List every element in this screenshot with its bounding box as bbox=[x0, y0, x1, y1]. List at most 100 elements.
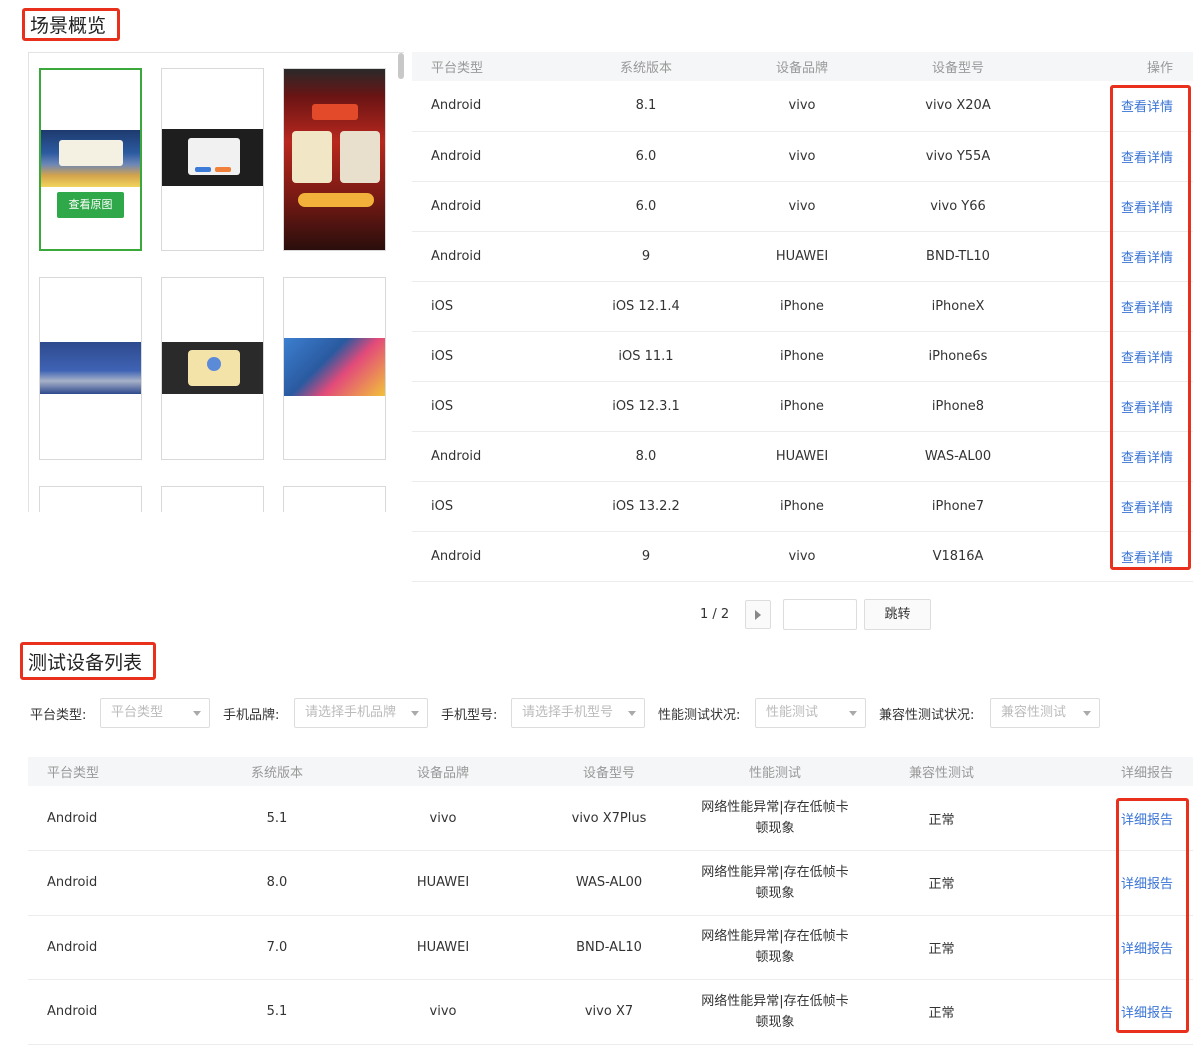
os-version-cell: 9 bbox=[568, 531, 724, 582]
model-select[interactable]: 请选择手机型号 bbox=[511, 698, 645, 728]
os-version-cell: iOS 12.1.4 bbox=[568, 281, 724, 332]
table-row: Android 5.1 vivo vivo X7 网络性能异常|存在低帧卡 顿现象 正常 详细… bbox=[28, 979, 1193, 1045]
detailed-report-link[interactable]: 详细报告 bbox=[1025, 850, 1193, 916]
view-details-link[interactable]: 查看详情 bbox=[1036, 531, 1193, 582]
os-version-cell: 8.0 bbox=[194, 850, 360, 916]
os-version-cell: 7.0 bbox=[194, 915, 360, 980]
select-placeholder: 兼容性测试 bbox=[1001, 705, 1067, 720]
chevron-down-icon bbox=[849, 711, 857, 716]
brand-cell: iPhone bbox=[724, 331, 880, 382]
performance-cell: 网络性能异常|存在低帧卡 顿现象 bbox=[692, 915, 858, 980]
page-jump-input[interactable] bbox=[783, 599, 857, 630]
detailed-report-link[interactable]: 详细报告 bbox=[1025, 786, 1193, 851]
os-version-cell: 9 bbox=[568, 231, 724, 282]
table-row: Android 6.0 vivo vivo Y55A 查看详情 bbox=[412, 131, 1193, 182]
col-header-platform: 平台类型 bbox=[28, 757, 194, 786]
platform-select[interactable]: 平台类型 bbox=[100, 698, 210, 728]
os-version-cell: 8.0 bbox=[568, 431, 724, 482]
view-details-link[interactable]: 查看详情 bbox=[1036, 331, 1193, 382]
jump-button[interactable]: 跳转 bbox=[864, 599, 931, 630]
table-row: iOS iOS 13.2.2 iPhone iPhone7 查看详情 bbox=[412, 481, 1193, 532]
gallery-scrollbar[interactable] bbox=[398, 53, 404, 79]
performance-line: 顿现象 bbox=[755, 821, 795, 836]
view-original-button[interactable]: 查看原图 bbox=[57, 192, 124, 218]
model-cell: vivo X20A bbox=[880, 81, 1036, 132]
filter-label-brand: 手机品牌: bbox=[223, 708, 280, 723]
performance-line: 网络性能异常|存在低帧卡 bbox=[701, 993, 849, 1009]
performance-line: 网络性能异常|存在低帧卡 bbox=[701, 800, 849, 815]
brand-cell: HUAWEI bbox=[724, 231, 880, 282]
screenshot-thumb[interactable] bbox=[283, 486, 386, 512]
model-cell: vivo Y66 bbox=[880, 181, 1036, 232]
detailed-report-link[interactable]: 详细报告 bbox=[1025, 915, 1193, 980]
performance-line: 顿现象 bbox=[755, 1014, 795, 1030]
screenshot-thumb[interactable] bbox=[39, 277, 142, 460]
view-details-link[interactable]: 查看详情 bbox=[1036, 181, 1193, 232]
brand-cell: HUAWEI bbox=[360, 850, 526, 916]
screenshot-thumb[interactable] bbox=[283, 68, 386, 251]
table-row: iOS iOS 12.1.4 iPhone iPhoneX 查看详情 bbox=[412, 281, 1193, 332]
screenshot-thumb[interactable]: 查看原图 bbox=[39, 68, 142, 251]
chevron-down-icon bbox=[1083, 711, 1091, 716]
performance-line: 顿现象 bbox=[755, 885, 795, 901]
select-placeholder: 平台类型 bbox=[111, 705, 164, 720]
platform-cell: iOS bbox=[412, 331, 568, 382]
game-screenshot bbox=[162, 129, 263, 186]
platform-cell: Android bbox=[28, 979, 194, 1045]
platform-cell: Android bbox=[412, 81, 568, 132]
view-details-link[interactable]: 查看详情 bbox=[1036, 131, 1193, 182]
next-page-button[interactable] bbox=[745, 600, 771, 629]
model-cell: V1816A bbox=[880, 531, 1036, 582]
select-placeholder: 请选择手机品牌 bbox=[305, 705, 397, 720]
view-details-link[interactable]: 查看详情 bbox=[1036, 431, 1193, 482]
game-screenshot bbox=[284, 69, 385, 250]
col-header-model: 设备型号 bbox=[880, 52, 1036, 81]
compatibility-cell: 正常 bbox=[858, 979, 1025, 1045]
os-version-cell: iOS 11.1 bbox=[568, 331, 724, 382]
model-cell: BND-AL10 bbox=[526, 915, 692, 980]
caret-right-icon bbox=[755, 610, 761, 620]
performance-cell: 网络性能异常|存在低帧卡 顿现象 bbox=[692, 786, 858, 851]
os-version-cell: 6.0 bbox=[568, 181, 724, 232]
platform-cell: Android bbox=[412, 181, 568, 232]
select-placeholder: 请选择手机型号 bbox=[522, 705, 614, 720]
detailed-report-link[interactable]: 详细报告 bbox=[1025, 979, 1193, 1045]
screenshot-thumb[interactable] bbox=[283, 277, 386, 460]
scene-overview-title: 场景概览 bbox=[22, 8, 120, 41]
screenshot-gallery[interactable]: 查看原图 bbox=[28, 52, 404, 512]
test-device-table: 平台类型 系统版本 设备品牌 设备型号 性能测试 兼容性测试 详细报告 Andr… bbox=[28, 757, 1193, 1045]
screenshot-thumb[interactable] bbox=[161, 68, 264, 251]
brand-cell: HUAWEI bbox=[724, 431, 880, 482]
table-row: Android 7.0 HUAWEI BND-AL10 网络性能异常|存在低帧卡 顿现象正… bbox=[28, 915, 1193, 980]
compatibility-select[interactable]: 兼容性测试 bbox=[990, 698, 1100, 728]
screenshot-thumb[interactable] bbox=[161, 486, 264, 512]
view-details-link[interactable]: 查看详情 bbox=[1036, 231, 1193, 282]
brand-cell: iPhone bbox=[724, 381, 880, 432]
filter-label-performance: 性能测试状况: bbox=[658, 708, 741, 723]
os-version-cell: 8.1 bbox=[568, 81, 724, 132]
os-version-cell: iOS 12.3.1 bbox=[568, 381, 724, 432]
view-details-link[interactable]: 查看详情 bbox=[1036, 281, 1193, 332]
model-cell: WAS-AL00 bbox=[880, 431, 1036, 482]
screenshot-thumb[interactable] bbox=[161, 277, 264, 460]
screenshot-thumb[interactable] bbox=[39, 486, 142, 512]
select-placeholder: 性能测试 bbox=[766, 705, 819, 720]
platform-cell: Android bbox=[412, 531, 568, 582]
table-row: Android 6.0 vivo vivo Y66 查看详情 bbox=[412, 181, 1193, 232]
platform-cell: Android bbox=[28, 786, 194, 851]
view-details-link[interactable]: 查看详情 bbox=[1036, 481, 1193, 532]
view-details-link[interactable]: 查看详情 bbox=[1036, 381, 1193, 432]
table-row: Android 5.1 vivo vivo X7Plus 网络性能异常|存在低帧卡 顿现象… bbox=[28, 786, 1193, 851]
brand-cell: vivo bbox=[724, 81, 880, 132]
table-header-row: 平台类型 系统版本 设备品牌 设备型号 性能测试 兼容性测试 详细报告 bbox=[28, 757, 1193, 786]
view-details-link[interactable]: 查看详情 bbox=[1036, 81, 1193, 132]
platform-cell: Android bbox=[28, 915, 194, 980]
game-screenshot bbox=[41, 130, 140, 187]
performance-line: 网络性能异常|存在低帧卡 bbox=[701, 929, 849, 945]
brand-select[interactable]: 请选择手机品牌 bbox=[294, 698, 428, 728]
model-cell: WAS-AL00 bbox=[526, 850, 692, 916]
col-header-model: 设备型号 bbox=[526, 757, 692, 786]
performance-cell: 网络性能异常|存在低帧卡 顿现象 bbox=[692, 850, 858, 916]
compatibility-cell: 正常 bbox=[858, 786, 1025, 851]
performance-select[interactable]: 性能测试 bbox=[755, 698, 866, 728]
